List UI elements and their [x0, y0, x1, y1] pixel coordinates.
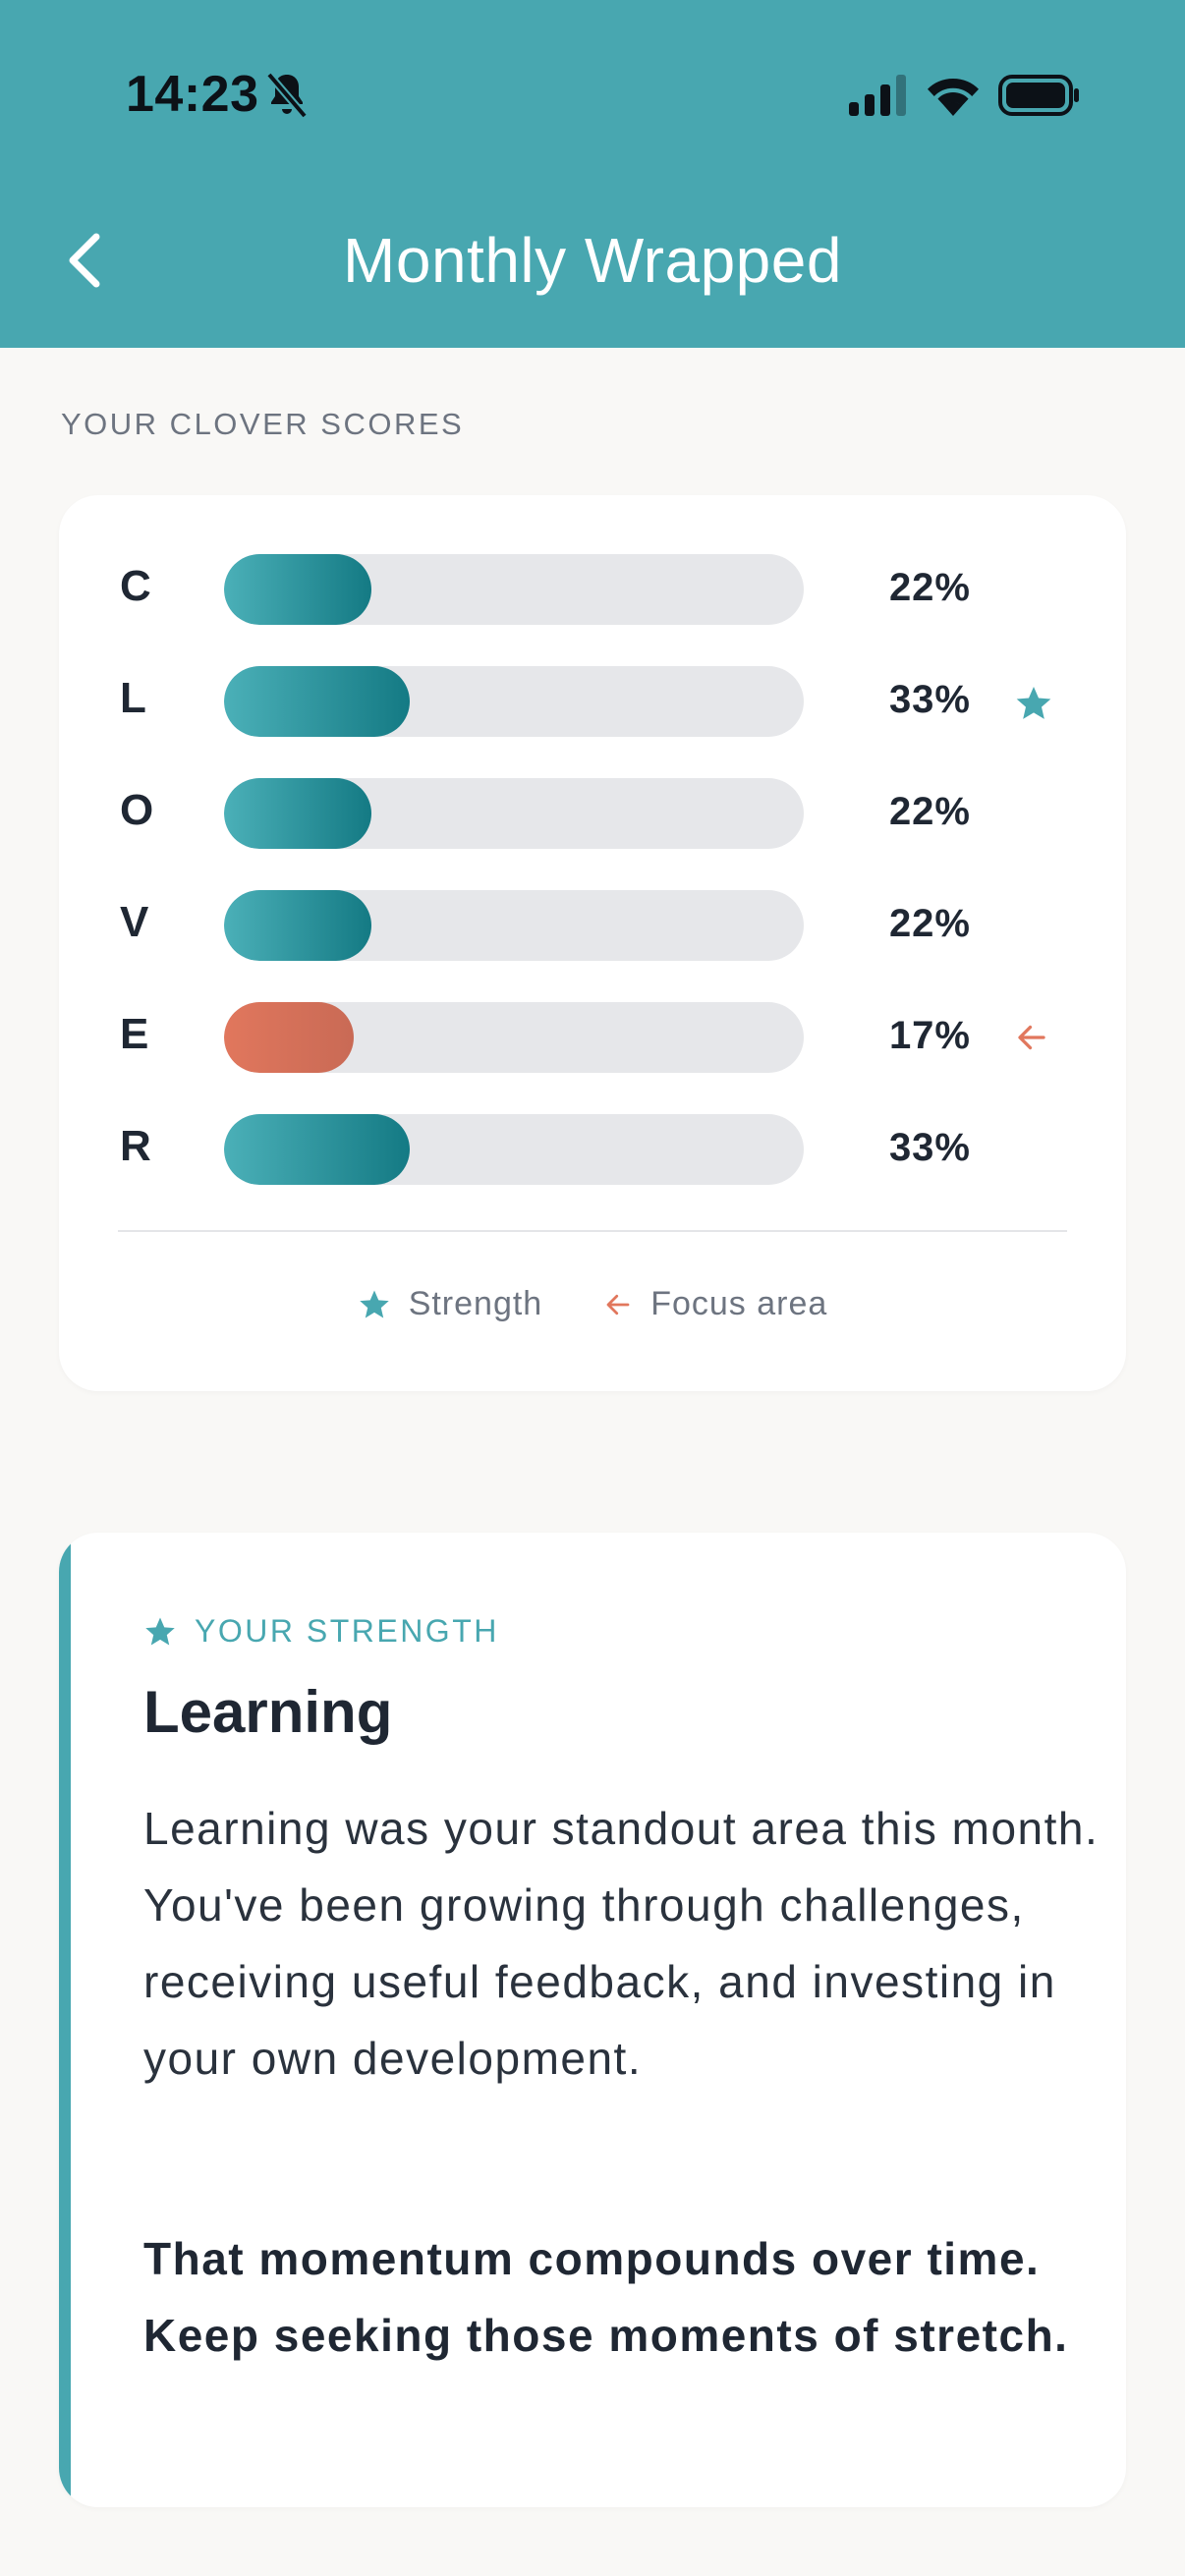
score-letter: E — [120, 1010, 149, 1058]
score-letter: V — [120, 898, 149, 946]
score-bar-fill — [224, 778, 371, 849]
strength-kicker: YOUR STRENGTH — [143, 1613, 499, 1650]
score-bar-fill — [224, 1002, 354, 1073]
score-letter: C — [120, 562, 151, 610]
score-bar-track — [224, 1002, 804, 1073]
score-bar-fill — [224, 890, 371, 961]
section-label: YOUR CLOVER SCORES — [61, 407, 465, 441]
score-bar-track — [224, 778, 804, 849]
legend-strength: Strength — [358, 1285, 543, 1323]
legend: Strength Focus area — [59, 1285, 1126, 1323]
score-percent: 22% — [888, 790, 971, 833]
page-title: Monthly Wrapped — [343, 225, 842, 296]
legend-focus-label: Focus area — [650, 1285, 828, 1322]
status-time: 14:23 — [126, 66, 259, 123]
score-percent: 17% — [888, 1014, 971, 1057]
divider — [118, 1230, 1067, 1232]
clover-scores-card: C 22% L 33% O 22% V 22% E 17% R 33% Strength Focus … — [59, 495, 1126, 1391]
score-row-o: O 22% — [59, 778, 1126, 849]
signal-icon — [849, 75, 906, 116]
arrow-left-icon — [1014, 1020, 1053, 1059]
card-accent-bar — [59, 1533, 71, 2507]
strength-body: Learning was your standout area this mon… — [143, 1803, 1100, 2084]
bell-off-icon — [265, 72, 309, 119]
score-percent: 33% — [888, 678, 971, 721]
strength-card: YOUR STRENGTH Learning Learning was your… — [59, 1533, 1126, 2507]
battery-icon — [998, 75, 1079, 116]
star-icon — [145, 1617, 175, 1645]
score-bar-track — [224, 1114, 804, 1185]
strength-title: Learning — [143, 1679, 393, 1745]
score-letter: O — [120, 786, 154, 834]
star-icon — [1014, 684, 1053, 723]
score-bar-track — [224, 890, 804, 961]
wifi-icon — [928, 79, 979, 116]
score-percent: 22% — [888, 902, 971, 945]
arrow-left-icon — [606, 1294, 630, 1315]
score-bar-track — [224, 666, 804, 737]
legend-strength-label: Strength — [408, 1285, 543, 1322]
legend-focus: Focus area — [603, 1285, 827, 1323]
score-bar-fill — [224, 666, 410, 737]
score-row-e: E 17% — [59, 1002, 1126, 1073]
strength-closing: That momentum compounds over time. Keep … — [143, 2233, 1069, 2361]
score-bar-fill — [224, 1114, 410, 1185]
score-row-l: L 33% — [59, 666, 1126, 737]
score-percent: 33% — [888, 1126, 971, 1169]
score-bar-fill — [224, 554, 371, 625]
score-row-c: C 22% — [59, 554, 1126, 625]
app-header: 14:23 Monthly Wrapped — [0, 0, 1185, 348]
strength-kicker-label: YOUR STRENGTH — [195, 1613, 499, 1649]
score-bar-track — [224, 554, 804, 625]
score-letter: L — [120, 674, 146, 722]
score-percent: 22% — [888, 566, 971, 609]
star-icon — [359, 1290, 389, 1317]
score-letter: R — [120, 1122, 151, 1170]
score-row-r: R 33% — [59, 1114, 1126, 1185]
score-row-v: V 22% — [59, 890, 1126, 961]
